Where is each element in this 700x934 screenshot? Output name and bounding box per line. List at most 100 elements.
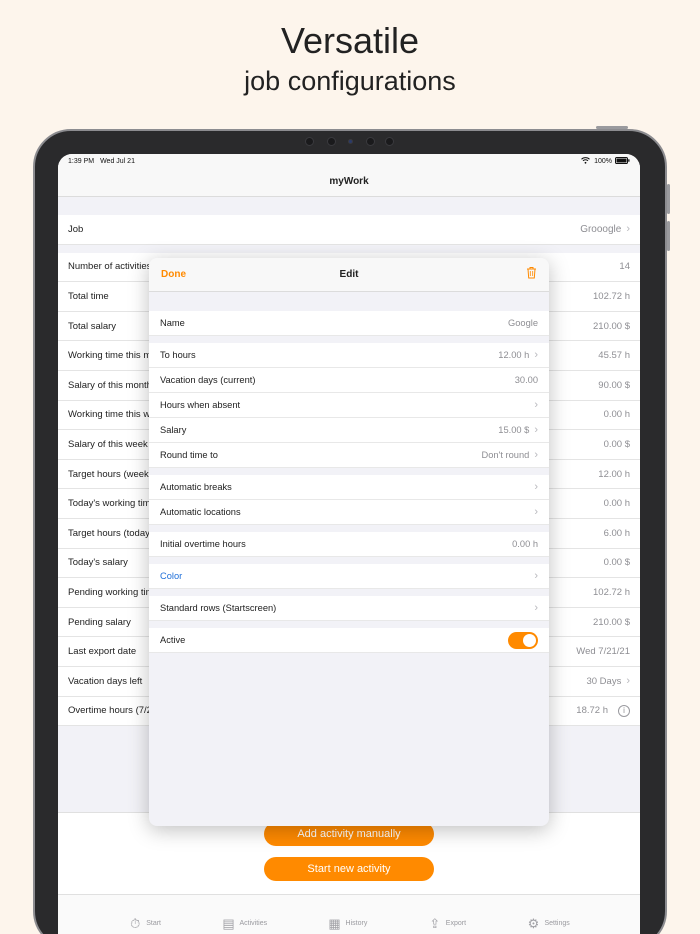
to-hours-row[interactable]: To hours 12.00 h › xyxy=(149,343,549,368)
tab-activities[interactable]: ▤ Activities xyxy=(221,903,267,934)
hours-absent-label: Hours when absent xyxy=(160,400,241,410)
stat-value: 14 xyxy=(619,261,630,273)
status-time: 1:39 PM xyxy=(68,157,95,165)
job-row[interactable]: Job Grooogle › xyxy=(58,215,640,245)
wifi-icon xyxy=(581,156,590,166)
stat-value: 45.57 h xyxy=(598,350,630,362)
headline-subtitle: job configurations xyxy=(244,66,456,96)
color-label: Color xyxy=(160,571,183,581)
calendar-icon: ▦ xyxy=(328,915,341,931)
chevron-right-icon: › xyxy=(534,602,538,614)
tab-bar: ⏱ Start ▤ Activities ▦ History ⇪ Export ⚙ Set… xyxy=(58,894,640,934)
info-icon[interactable]: i xyxy=(618,704,630,717)
volume-up-button xyxy=(667,184,670,214)
tab-start[interactable]: ⏱ Start xyxy=(128,903,161,934)
modal-title: Edit xyxy=(339,269,359,280)
stat-value: 102.72 h xyxy=(593,586,630,598)
chevron-right-icon: › xyxy=(534,449,538,461)
power-button xyxy=(596,126,628,129)
tab-label: History xyxy=(345,920,368,927)
to-hours-value: 12.00 h xyxy=(498,350,530,360)
automatic-locations-label: Automatic locations xyxy=(160,507,241,517)
camera-dot xyxy=(327,137,336,146)
initial-overtime-field[interactable]: Initial overtime hours 0.00 h xyxy=(149,532,549,557)
tab-label: Activities xyxy=(239,920,268,927)
vacation-days-value: 30.00 xyxy=(514,375,538,385)
name-label: Name xyxy=(160,318,185,328)
done-button[interactable]: Done xyxy=(161,269,186,280)
camera-dot xyxy=(385,137,394,146)
vacation-days-field[interactable]: Vacation days (current) 30.00 xyxy=(149,368,549,393)
modal-header: Done Edit xyxy=(149,258,549,292)
chevron-right-icon: › xyxy=(626,675,630,688)
battery-percent: 100% xyxy=(594,157,612,165)
sensor-dot xyxy=(348,139,353,144)
tab-label: Start xyxy=(146,920,162,927)
activities-icon: ▤ xyxy=(222,915,235,931)
headline-title: Versatile xyxy=(280,20,420,61)
standard-rows-label: Standard rows (Startscreen) xyxy=(160,603,277,613)
chevron-right-icon: › xyxy=(534,506,538,518)
status-bar: 1:39 PM Wed Jul 21 100% xyxy=(58,154,640,168)
battery-icon xyxy=(615,156,630,166)
toggle-knob xyxy=(523,633,536,647)
nav-title: myWork xyxy=(58,168,640,197)
volume-down-button xyxy=(667,221,670,251)
tab-settings[interactable]: ⚙ Settings xyxy=(526,903,570,934)
standard-rows-row[interactable]: Standard rows (Startscreen) › xyxy=(149,596,549,621)
automatic-breaks-row[interactable]: Automatic breaks › xyxy=(149,475,549,500)
chevron-right-icon: › xyxy=(626,223,630,236)
hours-absent-row[interactable]: Hours when absent › xyxy=(149,393,549,418)
stat-value: 18.72 h xyxy=(576,705,608,717)
stat-value: 0.00 $ xyxy=(603,438,630,450)
status-date: Wed Jul 21 xyxy=(100,157,135,165)
tab-label: Settings xyxy=(544,920,570,927)
salary-value: 15.00 $ xyxy=(498,425,530,435)
round-time-label: Round time to xyxy=(160,450,218,460)
stat-value: 210.00 $ xyxy=(593,320,630,332)
automatic-locations-row[interactable]: Automatic locations › xyxy=(149,500,549,525)
edit-job-modal: Done Edit Name Google To hours 12.00 h ›… xyxy=(149,258,549,826)
tab-label: Export xyxy=(445,920,467,927)
gear-icon: ⚙ xyxy=(527,915,540,931)
active-toggle[interactable] xyxy=(508,631,538,649)
stopwatch-icon: ⏱ xyxy=(130,915,141,931)
job-label: Job xyxy=(68,223,84,235)
chevron-right-icon: › xyxy=(534,481,538,493)
chevron-right-icon: › xyxy=(534,399,538,411)
start-new-activity-button[interactable]: Start new activity xyxy=(264,857,434,881)
stat-value: 90.00 $ xyxy=(598,379,630,391)
chevron-right-icon: › xyxy=(534,349,538,361)
chevron-right-icon: › xyxy=(534,424,538,436)
salary-label: Salary xyxy=(160,425,187,435)
trash-icon[interactable] xyxy=(526,266,537,284)
camera-dot xyxy=(305,137,314,146)
job-value: Grooogle xyxy=(580,223,622,235)
export-icon: ⇪ xyxy=(429,915,441,931)
chevron-right-icon: › xyxy=(534,570,538,582)
stat-value: 0.00 $ xyxy=(603,557,630,569)
bottom-area: Add activity manually Start new activity… xyxy=(58,812,640,934)
tab-export[interactable]: ⇪ Export xyxy=(428,903,466,934)
stat-value: Wed 7/21/21 xyxy=(576,646,630,658)
initial-overtime-value: 0.00 h xyxy=(512,539,538,549)
active-row: Active xyxy=(149,628,549,653)
to-hours-label: To hours xyxy=(160,350,196,360)
round-time-value: Don't round xyxy=(481,450,530,460)
color-row[interactable]: Color › xyxy=(149,564,549,589)
camera-dot xyxy=(366,137,375,146)
stat-value: 210.00 $ xyxy=(593,616,630,628)
stat-value: 0.00 h xyxy=(603,498,630,510)
name-field[interactable]: Name Google xyxy=(149,311,549,336)
automatic-breaks-label: Automatic breaks xyxy=(160,482,232,492)
stat-value: 102.72 h xyxy=(593,290,630,302)
salary-row[interactable]: Salary 15.00 $ › xyxy=(149,418,549,443)
stat-value: 30 Days xyxy=(586,675,622,687)
vacation-days-label: Vacation days (current) xyxy=(160,375,256,385)
active-label: Active xyxy=(160,635,186,645)
round-time-row[interactable]: Round time to Don't round › xyxy=(149,443,549,468)
tab-history[interactable]: ▦ History xyxy=(328,903,368,934)
stat-value: 6.00 h xyxy=(603,527,630,539)
name-value: Google xyxy=(508,318,538,328)
stat-value: 12.00 h xyxy=(598,468,630,480)
